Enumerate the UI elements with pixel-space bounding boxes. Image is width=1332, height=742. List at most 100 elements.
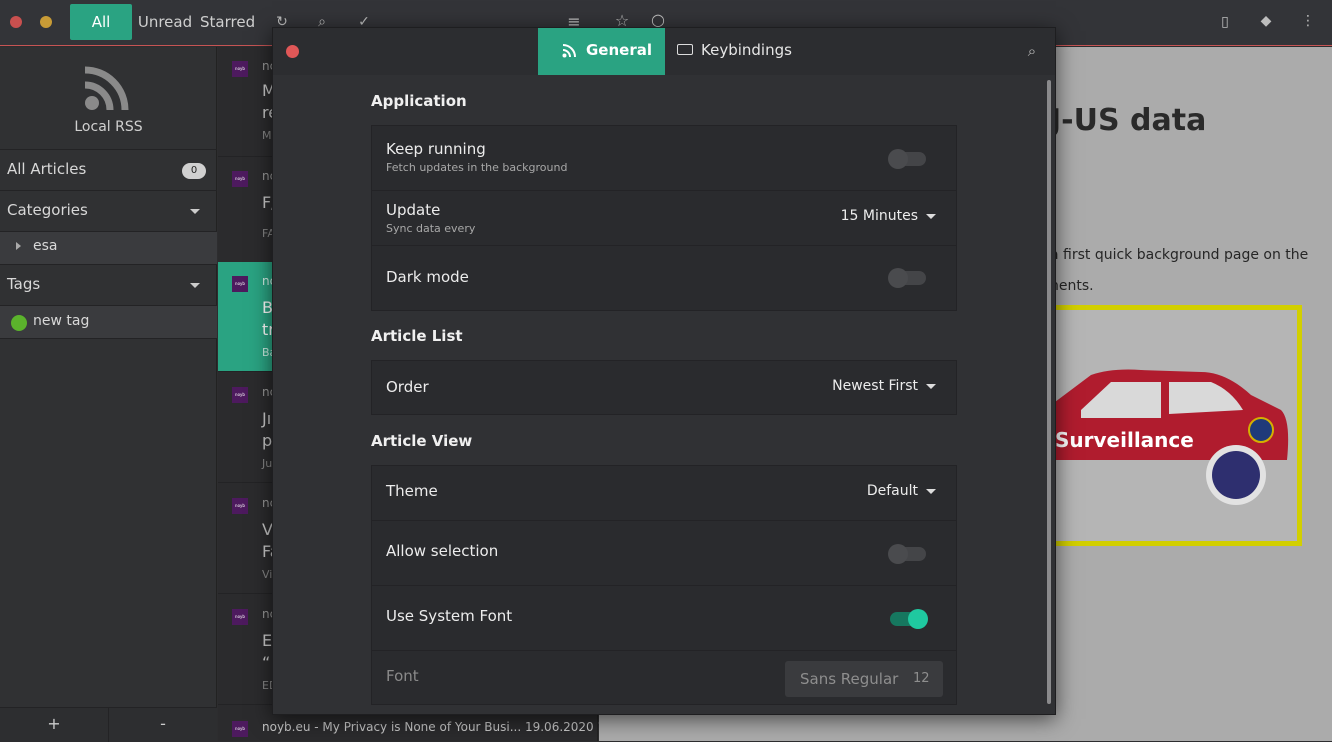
dark-mode-row[interactable]: Dark mode (372, 246, 956, 310)
update-row[interactable]: Update Sync data every 15 Minutes (372, 191, 956, 246)
favicon-icon: noyb (232, 171, 248, 187)
tag-item-new-tag[interactable]: new tag (0, 306, 217, 339)
theme-dropdown[interactable]: Default (792, 483, 936, 499)
sidebar-footer: + - (0, 707, 217, 742)
system-font-toggle[interactable] (890, 609, 928, 629)
list-item[interactable]: noyb nc V Fa Vi (218, 484, 272, 594)
system-font-label: Use System Font (386, 607, 513, 625)
tag-label: new tag (33, 313, 90, 329)
list-item[interactable]: noyb nc M re M (218, 47, 272, 157)
favicon-icon: noyb (232, 498, 248, 514)
article-text-line: a first quick background page on the (1050, 247, 1309, 263)
order-label: Order (386, 378, 429, 396)
keep-running-row[interactable]: Keep running Fetch updates in the backgr… (372, 126, 956, 191)
keep-running-label: Keep running (386, 140, 486, 158)
article-footer-text: noyb.eu - My Privacy is None of Your Bus… (262, 720, 633, 734)
application-group: Keep running Fetch updates in the backgr… (371, 125, 957, 311)
search-icon[interactable]: ⌕ (1023, 41, 1041, 61)
section-article-view-title: Article View (371, 432, 473, 450)
favicon-icon: noyb (232, 721, 248, 737)
section-article-list-title: Article List (371, 327, 463, 345)
article-text-line: nents. (1050, 278, 1094, 294)
chevron-down-icon[interactable] (190, 283, 200, 288)
category-item-esa[interactable]: esa (0, 232, 217, 265)
system-font-row[interactable]: Use System Font (372, 586, 956, 651)
tab-label: General (586, 41, 652, 59)
sidebar: Local RSS All Articles 0 Categories esa … (0, 47, 217, 742)
tags-label: Tags (7, 275, 41, 293)
account-name: Local RSS (74, 119, 143, 135)
remove-button[interactable]: - (109, 714, 217, 733)
tags-header[interactable]: Tags (0, 265, 217, 306)
dark-mode-label: Dark mode (386, 268, 469, 286)
font-chooser-button[interactable]: Sans Regular 12 (785, 661, 943, 697)
favicon-icon: noyb (232, 276, 248, 292)
scrollbar[interactable] (1047, 80, 1051, 704)
chevron-down-icon (926, 488, 936, 494)
favicon-icon: noyb (232, 61, 248, 77)
update-interval-dropdown[interactable]: 15 Minutes (792, 208, 936, 224)
allow-selection-row[interactable]: Allow selection (372, 521, 956, 586)
preferences-dialog: General Keybindings ⌕ Application Keep r… (272, 27, 1056, 715)
minimize-window-button[interactable] (40, 16, 52, 28)
list-item[interactable]: noyb nc F/ FA (218, 157, 272, 267)
article-image: Surveillance (1046, 305, 1302, 546)
list-item[interactable]: noyb nc E “ ED (218, 595, 272, 705)
article-view-group: Theme Default Allow selection Use System… (371, 465, 957, 705)
filter-unread-button[interactable]: Unread (136, 4, 194, 40)
reader-icon[interactable]: ▯ (1215, 12, 1235, 32)
update-label: Update (386, 201, 441, 219)
all-articles-label: All Articles (7, 160, 87, 178)
rss-icon (562, 43, 578, 59)
filter-starred-button[interactable]: Starred (200, 4, 255, 40)
article-title: J-US data (1050, 103, 1207, 138)
theme-label: Theme (386, 482, 438, 500)
allow-selection-toggle[interactable] (888, 544, 926, 564)
favicon-icon: noyb (232, 387, 248, 403)
add-button[interactable]: + (0, 714, 108, 733)
allow-selection-label: Allow selection (386, 542, 499, 560)
font-name: Sans Regular (800, 670, 899, 688)
categories-header[interactable]: Categories (0, 191, 217, 232)
image-label: Surveillance (1055, 428, 1194, 452)
tab-label: Keybindings (701, 41, 792, 59)
dark-mode-toggle[interactable] (888, 268, 926, 288)
font-size: 12 (913, 671, 930, 686)
article-list: noyb nc M re M noyb nc F/ FA noyb nc B t… (218, 47, 272, 741)
rss-icon (82, 65, 130, 113)
more-icon[interactable]: ⋮ (1298, 11, 1318, 31)
update-sub: Sync data every (386, 222, 476, 235)
tag-icon[interactable]: ◆ (1256, 11, 1276, 31)
tag-color-icon (11, 315, 27, 331)
filter-all-button[interactable]: All (70, 4, 132, 40)
car-illustration (1051, 369, 1289, 505)
list-item[interactable]: noyb nc Jı p Ju (218, 373, 272, 483)
theme-row[interactable]: Theme Default (372, 466, 956, 521)
dialog-header: General Keybindings ⌕ (273, 28, 1055, 75)
list-item-selected[interactable]: noyb nc B tr Ba (218, 262, 272, 372)
list-item-partial[interactable]: noyb noyb.eu - My Privacy is None of You… (218, 715, 632, 741)
font-row: Font Sans Regular 12 (372, 651, 956, 704)
close-window-button[interactable] (10, 16, 22, 28)
chevron-down-icon (926, 383, 936, 389)
article-view: J-US data a first quick background page … (1046, 47, 1332, 741)
keep-running-sub: Fetch updates in the background (386, 161, 568, 174)
keep-running-toggle[interactable] (888, 149, 926, 169)
article-list-group: Order Newest First (371, 360, 957, 415)
font-label: Font (386, 667, 419, 685)
categories-label: Categories (7, 201, 88, 219)
order-dropdown[interactable]: Newest First (772, 378, 936, 394)
category-label: esa (33, 238, 58, 254)
keyboard-icon (677, 44, 693, 55)
order-row[interactable]: Order Newest First (372, 361, 956, 414)
tab-keybindings[interactable]: Keybindings (665, 28, 795, 75)
chevron-down-icon (926, 213, 936, 219)
favicon-icon: noyb (232, 609, 248, 625)
all-articles-row[interactable]: All Articles 0 (0, 150, 217, 191)
chevron-down-icon[interactable] (190, 209, 200, 214)
close-dialog-button[interactable] (286, 45, 299, 58)
section-application-title: Application (371, 92, 467, 110)
unread-count-badge: 0 (182, 163, 206, 179)
tab-general[interactable]: General (538, 28, 665, 75)
chevron-right-icon[interactable] (16, 242, 21, 250)
